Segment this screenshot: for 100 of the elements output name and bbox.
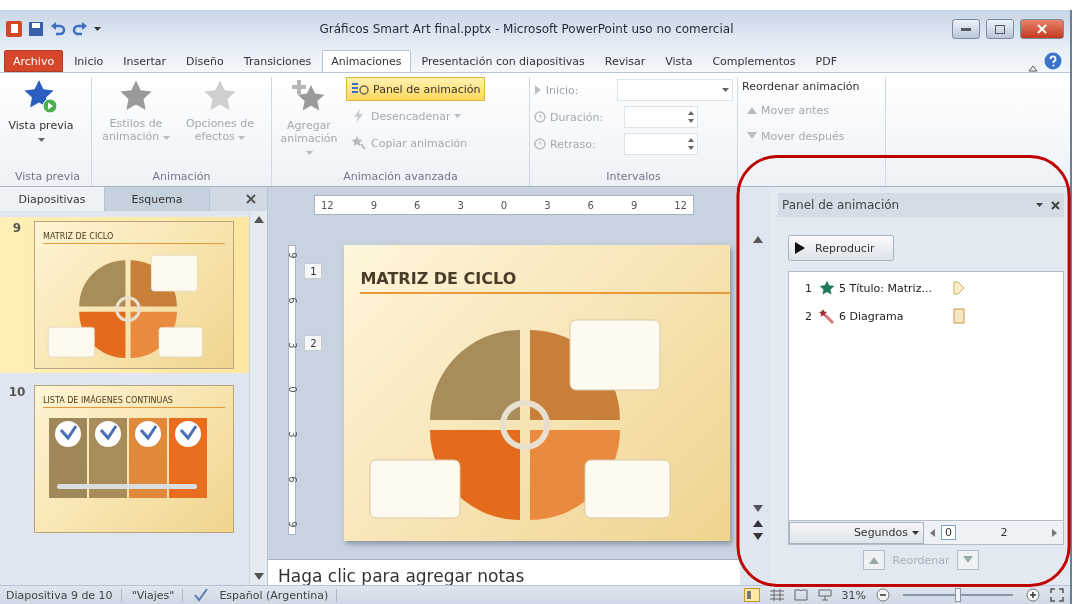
up-arrow-icon xyxy=(747,106,757,114)
pane-tab[interactable]: Esquema xyxy=(105,187,210,211)
ruler-number: 6 xyxy=(587,199,594,211)
ruler-number: 3 xyxy=(286,431,298,438)
play-button[interactable]: Reproducir xyxy=(788,235,894,261)
ribbon-tab[interactable]: Inicio xyxy=(65,50,113,72)
window-title: Gráficos Smart Art final.pptx - Microsoft PowerPoint uso no comercial xyxy=(318,22,735,36)
close-icon[interactable] xyxy=(1051,200,1060,210)
caret-icon xyxy=(454,114,462,118)
ribbon-tab[interactable]: Animaciones xyxy=(322,50,411,72)
caret-icon xyxy=(912,530,919,535)
redo-icon[interactable] xyxy=(72,21,88,37)
down-arrow-icon xyxy=(747,132,757,140)
animation-tag[interactable]: 1 xyxy=(304,263,323,279)
zoom-in-icon[interactable] xyxy=(1026,588,1040,602)
collapse-ribbon-icon[interactable] xyxy=(1028,64,1038,72)
ribbon-tab[interactable]: Vista xyxy=(656,50,702,72)
slide-thumbnail-row[interactable]: 10 LISTA DE IMÁGENES CONTINUAS xyxy=(0,381,249,537)
star-icon xyxy=(203,79,237,113)
reorder-label: Reordenar xyxy=(892,553,950,567)
slide-thumbnail[interactable]: LISTA DE IMÁGENES CONTINUAS xyxy=(34,385,234,533)
scroll-right-icon[interactable] xyxy=(1052,528,1057,537)
normal-view-icon[interactable] xyxy=(743,588,760,602)
item-order: 2 xyxy=(805,309,813,323)
close-icon xyxy=(246,194,256,204)
save-icon[interactable] xyxy=(28,21,44,37)
help-icon[interactable] xyxy=(1044,52,1062,70)
app-logo-icon xyxy=(6,21,22,37)
up-arrow-icon xyxy=(752,519,763,527)
minimize-button[interactable] xyxy=(952,19,980,39)
group-title: Reordenar animación xyxy=(742,79,861,95)
fit-window-icon[interactable] xyxy=(1050,588,1064,602)
field-label: Retraso: xyxy=(550,137,597,151)
ruler-number: 0 xyxy=(286,386,298,394)
caret-icon xyxy=(238,136,246,140)
ruler-number: 9 xyxy=(286,252,298,259)
close-button[interactable] xyxy=(1020,19,1064,39)
scroll-left-icon[interactable] xyxy=(930,528,935,537)
preview-button[interactable]: Vista previa xyxy=(8,77,74,170)
animation-pane-icon xyxy=(351,81,369,97)
play-icon xyxy=(795,242,805,254)
move-down-button[interactable] xyxy=(957,550,980,570)
ribbon-tab[interactable]: Insertar xyxy=(114,50,176,72)
ribbon-tab[interactable]: Complementos xyxy=(703,50,805,72)
ruler-number: 12 xyxy=(321,199,334,211)
slide-thumbnail[interactable]: MATRIZ DE CICLO xyxy=(34,221,234,369)
ribbon-tab[interactable]: Presentación con diapositivas xyxy=(412,50,594,72)
scrollbar[interactable] xyxy=(249,211,267,585)
maximize-icon xyxy=(995,24,1005,34)
notes-field[interactable]: Haga clic para agregar notas xyxy=(268,559,740,585)
slide-thumbnail-row[interactable]: 9 MATRIZ DE CICLO xyxy=(0,217,249,373)
grid-view-icon[interactable] xyxy=(769,589,784,601)
star-copy-icon xyxy=(351,135,367,151)
ribbon-button[interactable]: Panel de animación xyxy=(346,77,486,101)
caret-icon xyxy=(722,88,729,92)
seconds-dropdown[interactable]: Segundos xyxy=(789,521,924,544)
star-play-icon xyxy=(23,79,59,115)
up-arrow-icon xyxy=(752,235,763,243)
ruler-number: 12 xyxy=(674,199,687,211)
up-arrow-icon xyxy=(253,215,264,223)
item-order: 1 xyxy=(805,281,813,295)
undo-icon[interactable] xyxy=(50,21,66,37)
language[interactable]: Español (Argentina) xyxy=(219,588,338,602)
ruler-number: 0 xyxy=(500,199,508,211)
caret-icon xyxy=(37,138,45,142)
group-label: Intervalos xyxy=(605,170,662,185)
maximize-button[interactable] xyxy=(986,19,1014,39)
ruler-number: 3 xyxy=(286,341,298,349)
clock-icon xyxy=(534,138,546,150)
zoom-level[interactable]: 31% xyxy=(841,588,866,602)
slideshow-icon[interactable] xyxy=(817,589,832,601)
zoom-out-icon[interactable] xyxy=(876,588,890,602)
field-label: Inicio: xyxy=(545,83,580,97)
animation-item[interactable]: 2 6 Diagrama xyxy=(805,304,1063,328)
star-icon xyxy=(119,79,153,113)
star-icon xyxy=(819,280,835,296)
animation-tag[interactable]: 2 xyxy=(304,335,323,351)
down-arrow-icon xyxy=(752,533,763,541)
ribbon-tab[interactable]: Revisar xyxy=(595,50,655,72)
up-arrow-icon xyxy=(868,556,879,564)
caret-icon xyxy=(94,27,101,31)
move-up-button[interactable] xyxy=(862,550,885,570)
ribbon-tab[interactable]: Diseño xyxy=(177,50,233,72)
clock-icon xyxy=(534,111,546,123)
file-tab[interactable]: Archivo xyxy=(4,50,64,72)
slide-canvas[interactable]: MATRIZ DE CICLO xyxy=(344,245,731,541)
timing-marker-icon xyxy=(953,281,965,295)
zoom-thumb[interactable] xyxy=(955,588,961,602)
spin-arrows-icon xyxy=(688,137,694,151)
ruler-number: 9 xyxy=(370,199,378,211)
ribbon-tab[interactable]: Transiciones xyxy=(234,50,321,72)
spellcheck-icon[interactable] xyxy=(193,588,210,602)
close-icon xyxy=(1037,24,1047,34)
item-label: 6 Diagrama xyxy=(839,309,905,323)
pane-title: Panel de animación xyxy=(782,198,901,212)
slide-title[interactable]: MATRIZ DE CICLO xyxy=(360,269,731,294)
pane-tab[interactable]: Diapositivas xyxy=(0,187,105,211)
animation-item[interactable]: 1 5 Título: Matriz... xyxy=(805,276,1063,300)
down-arrow-icon xyxy=(963,556,974,564)
ribbon-tab[interactable]: PDF xyxy=(806,50,846,72)
